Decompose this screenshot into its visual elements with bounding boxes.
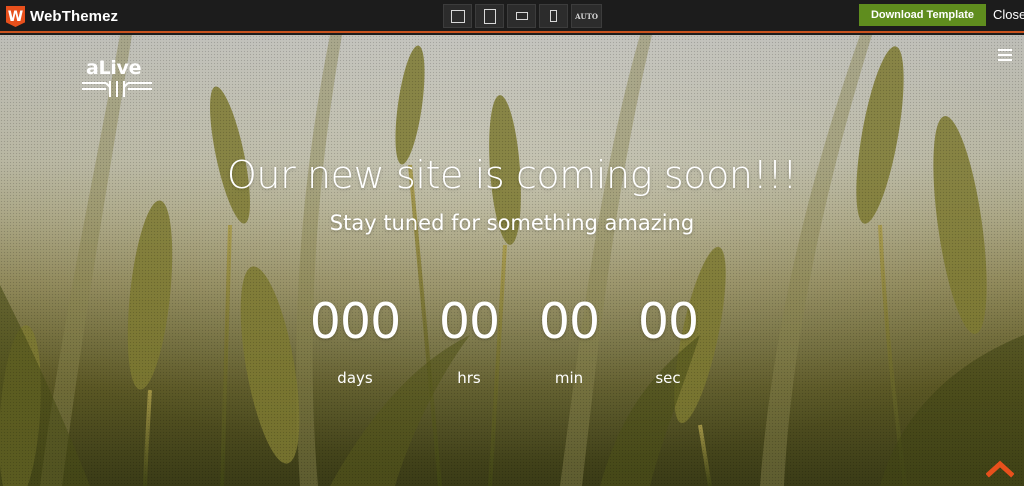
tablet-landscape-icon bbox=[483, 8, 496, 24]
countdown-hours-value: 00 bbox=[438, 293, 500, 350]
scroll-to-top-button[interactable] bbox=[985, 459, 1015, 479]
countdown-minutes-value: 00 bbox=[538, 293, 600, 350]
webthemez-shield-icon: W bbox=[6, 6, 25, 27]
countdown-hours-label: hrs bbox=[457, 369, 481, 387]
countdown-seconds-value: 00 bbox=[637, 293, 699, 350]
template-preview-bar: W WebThemez AUTO Download Template Close bbox=[0, 0, 1024, 33]
page-subline: Stay tuned for something amazing bbox=[329, 211, 695, 235]
mobile-icon bbox=[550, 10, 557, 22]
tablet-landscape-view-button[interactable] bbox=[475, 4, 504, 28]
download-template-button[interactable]: Download Template bbox=[859, 4, 986, 26]
auto-label: AUTO bbox=[575, 11, 598, 21]
countdown-days-label: days bbox=[337, 369, 373, 387]
countdown-seconds-label: sec bbox=[655, 369, 681, 387]
webthemez-brand[interactable]: W WebThemez bbox=[6, 6, 118, 27]
close-link[interactable]: Close bbox=[993, 7, 1024, 22]
brand-name: WebThemez bbox=[30, 8, 119, 25]
dot-overlay bbox=[0, 35, 1024, 486]
countdown-hours: 00 hrs bbox=[437, 293, 501, 387]
countdown-days: 000 days bbox=[308, 293, 402, 387]
tablet-view-button[interactable] bbox=[507, 4, 536, 28]
coming-soon-hero: aLive Our new site is coming soon!!! Sta… bbox=[0, 35, 1024, 486]
countdown-minutes-label: min bbox=[554, 369, 584, 387]
hamburger-menu-icon[interactable] bbox=[998, 49, 1012, 61]
chevron-up-icon bbox=[985, 460, 1015, 478]
device-switcher: AUTO bbox=[443, 4, 602, 28]
site-logo[interactable]: aLive bbox=[80, 57, 154, 99]
desktop-icon bbox=[450, 9, 465, 23]
logo-text: aLive bbox=[86, 57, 142, 79]
page-headline: Our new site is coming soon!!! bbox=[226, 153, 798, 197]
mobile-view-button[interactable] bbox=[539, 4, 568, 28]
tablet-icon bbox=[515, 12, 528, 20]
countdown-days-value: 000 bbox=[309, 293, 402, 350]
countdown-minutes: 00 min bbox=[537, 293, 601, 387]
countdown-seconds: 00 sec bbox=[636, 293, 700, 387]
desktop-view-button[interactable] bbox=[443, 4, 472, 28]
logo-mark-icon bbox=[82, 81, 152, 97]
auto-view-button[interactable]: AUTO bbox=[571, 4, 602, 28]
